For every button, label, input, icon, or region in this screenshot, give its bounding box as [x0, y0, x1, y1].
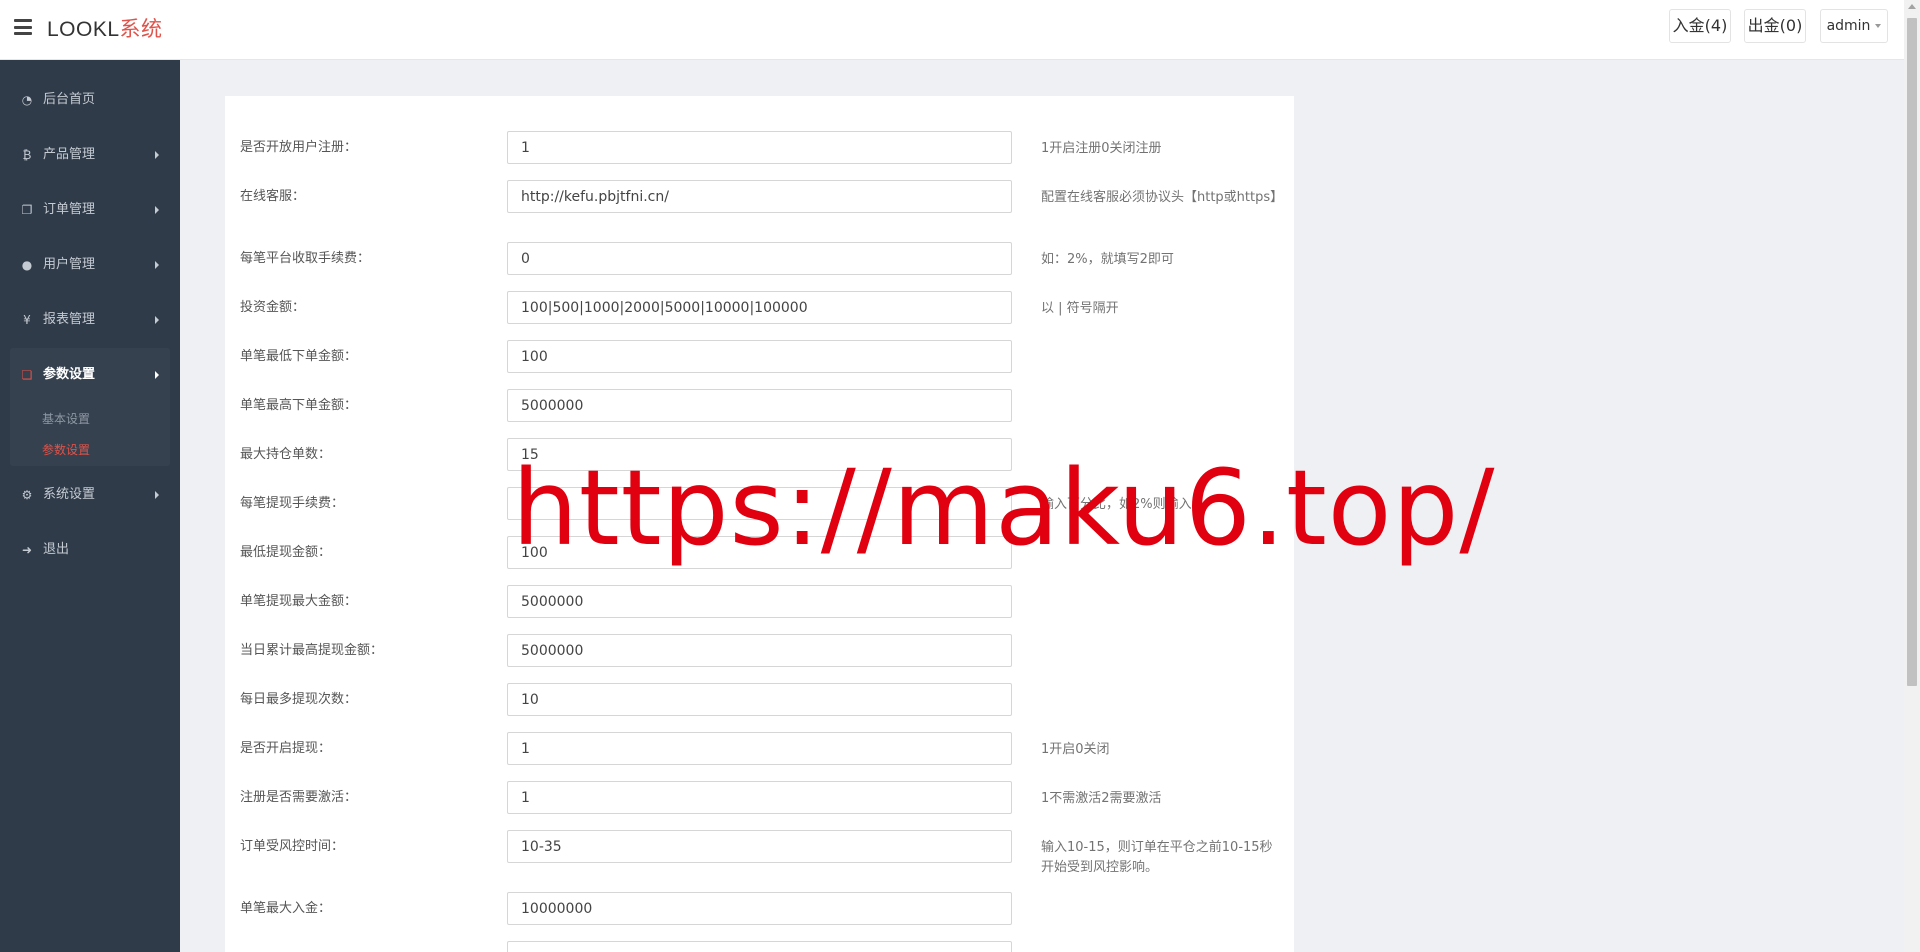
- submenu-item-param-settings[interactable]: 参数设置: [10, 435, 170, 466]
- max-single-deposit-input[interactable]: [507, 892, 1012, 925]
- field-hint: 1不需激活2需要激活: [1041, 791, 1162, 806]
- app-logo[interactable]: LOOKL系统: [47, 16, 163, 44]
- bitcoin-icon: ₿: [22, 148, 32, 162]
- withdraw-button[interactable]: 出金(0): [1744, 9, 1806, 43]
- chevron-right-icon: [155, 261, 159, 269]
- watermark-text: https://maku6.top/: [512, 447, 1496, 569]
- field-hint: 以 | 符号隔开: [1041, 301, 1119, 316]
- scrollbar-thumb[interactable]: [1907, 18, 1917, 686]
- chevron-right-icon: [155, 151, 159, 159]
- yen-icon: ¥: [23, 313, 31, 327]
- field-label: 单笔最低下单金额：: [240, 349, 358, 364]
- field-hint: 1开启注册0关闭注册: [1041, 141, 1162, 156]
- field-label: 单笔提现最大金额：: [240, 594, 358, 609]
- deposit-button[interactable]: 入金(4): [1669, 9, 1731, 43]
- field-label: 最大持仓单数：: [240, 447, 332, 462]
- cogs-icon: ⚙: [21, 488, 33, 502]
- caret-down-icon: [1875, 24, 1882, 28]
- field-label: 投资金额：: [240, 300, 306, 315]
- sign-out-icon: ➜: [21, 543, 33, 557]
- sidebar: ◔ 后台首页 ₿ 产品管理 ❐ 订单管理 ● 用户管理 ¥ 报表管理 ❏ 参数设…: [0, 60, 180, 952]
- chevron-right-icon: [155, 206, 159, 214]
- sidebar-group-params: ❏ 参数设置 基本设置 参数设置: [10, 348, 170, 466]
- risk-control-time-input[interactable]: [507, 830, 1012, 863]
- sidebar-item-dashboard[interactable]: ◔ 后台首页: [0, 73, 180, 128]
- investment-amount-input[interactable]: [507, 291, 1012, 324]
- field-label: 每笔提现手续费：: [240, 496, 345, 511]
- field-label: 订单受风控时间：: [240, 839, 345, 854]
- field-label: 每日最多提现次数：: [240, 692, 358, 707]
- submenu-item-basic-settings[interactable]: 基本设置: [10, 404, 170, 435]
- daily-max-withdraw-input[interactable]: [507, 634, 1012, 667]
- withdraw-enabled-input[interactable]: [507, 732, 1012, 765]
- scroll-up-icon[interactable]: [1908, 4, 1916, 9]
- sidebar-item-products[interactable]: ₿ 产品管理: [0, 128, 180, 183]
- files-icon: ❏: [21, 368, 33, 382]
- field-label: 当日累计最高提现金额：: [240, 643, 384, 658]
- field-label: 是否开启提现：: [240, 741, 332, 756]
- user-icon: ●: [21, 258, 33, 272]
- sidebar-item-logout[interactable]: ➜ 退出: [0, 523, 180, 578]
- max-order-amount-input[interactable]: [507, 389, 1012, 422]
- chevron-right-icon: [155, 371, 159, 379]
- sidebar-item-system[interactable]: ⚙ 系统设置: [0, 468, 180, 523]
- max-single-withdraw-input[interactable]: [507, 585, 1012, 618]
- dashboard-icon: ◔: [21, 93, 33, 107]
- copy-icon: ❐: [21, 203, 33, 217]
- chevron-right-icon: [155, 491, 159, 499]
- user-menu-button[interactable]: admin: [1820, 9, 1888, 43]
- sidebar-item-orders[interactable]: ❐ 订单管理: [0, 183, 180, 238]
- field-hint: 输入10-15，则订单在平仓之前10-15秒开始受到风控影响。: [1041, 840, 1273, 875]
- page-scrollbar[interactable]: [1904, 0, 1920, 952]
- menu-toggle-icon[interactable]: [14, 19, 32, 35]
- field-hint: 配置在线客服必须协议头【http或https】: [1041, 190, 1284, 205]
- register-open-input[interactable]: [507, 131, 1012, 164]
- next-field-input[interactable]: [507, 941, 1012, 952]
- daily-withdraw-count-input[interactable]: [507, 683, 1012, 716]
- sidebar-item-reports[interactable]: ¥ 报表管理: [0, 293, 180, 348]
- field-label: 单笔最高下单金额：: [240, 398, 358, 413]
- chevron-right-icon: [155, 316, 159, 324]
- top-header: LOOKL系统 入金(4) 出金(0) admin: [0, 0, 1904, 60]
- field-label: 在线客服：: [240, 189, 306, 204]
- min-order-amount-input[interactable]: [507, 340, 1012, 373]
- field-hint: 如：2%，就填写2即可: [1041, 252, 1174, 267]
- online-service-input[interactable]: [507, 180, 1012, 213]
- field-label: 注册是否需要激活：: [240, 790, 358, 805]
- platform-fee-input[interactable]: [507, 242, 1012, 275]
- field-label: 最低提现金额：: [240, 545, 332, 560]
- field-label: 每笔平台收取手续费：: [240, 251, 371, 266]
- field-label: 是否开放用户注册：: [240, 140, 358, 155]
- register-activation-input[interactable]: [507, 781, 1012, 814]
- field-label: 单笔最大入金：: [240, 901, 332, 916]
- field-hint: 1开启0关闭: [1041, 742, 1110, 757]
- sidebar-item-users[interactable]: ● 用户管理: [0, 238, 180, 293]
- sidebar-item-params[interactable]: ❏ 参数设置: [10, 348, 170, 404]
